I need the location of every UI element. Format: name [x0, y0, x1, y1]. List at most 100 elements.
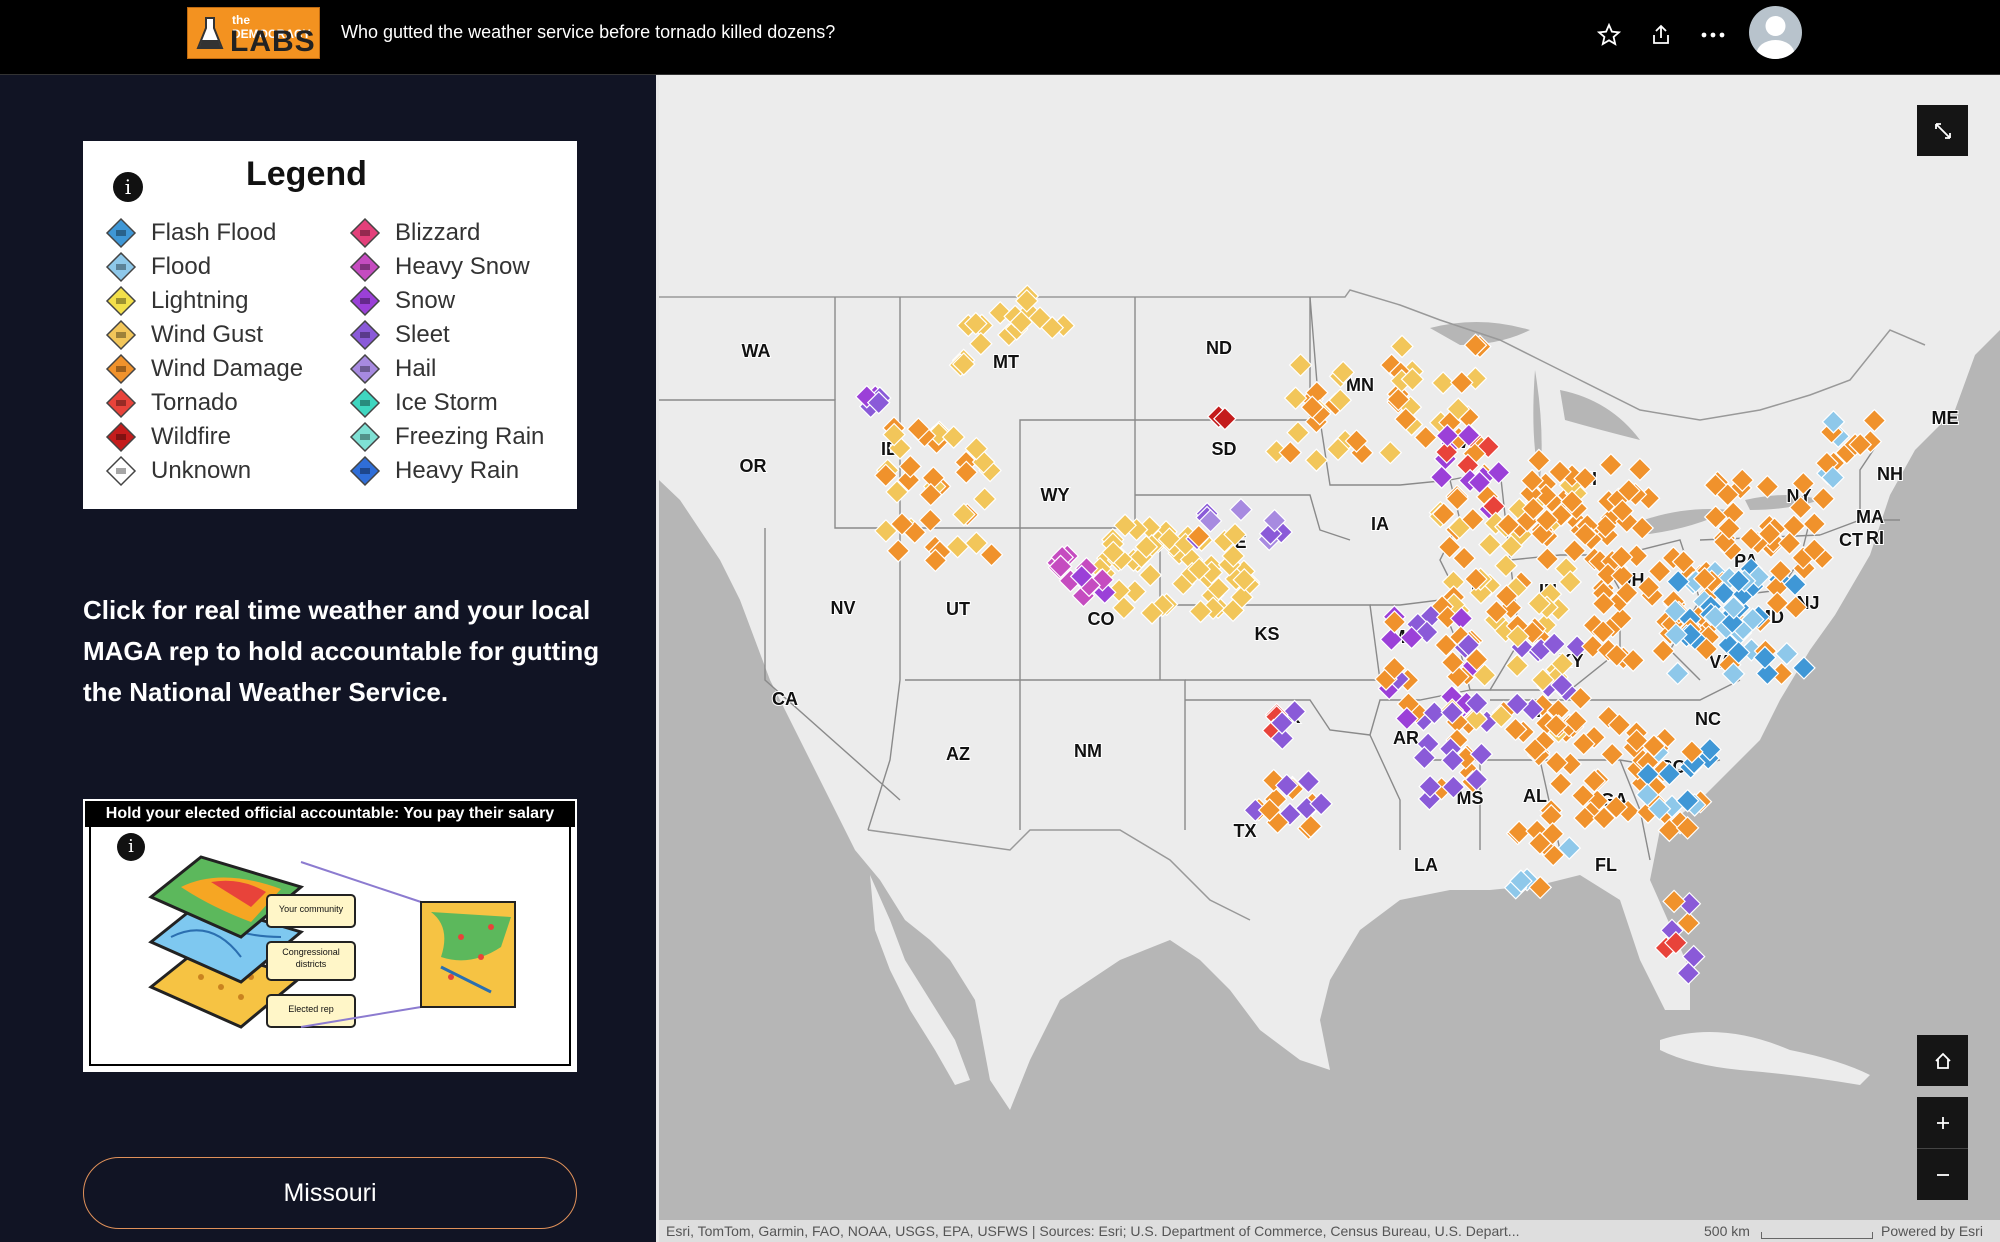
legend-item-label: Flash Flood [151, 219, 277, 246]
legend-item: Heavy Snow [349, 251, 530, 283]
legend-swatch-icon [105, 387, 137, 419]
state-label: AR [1393, 728, 1419, 748]
scale-bar [1761, 1232, 1873, 1239]
state-label: KS [1254, 624, 1279, 644]
page-title: Who gutted the weather service before to… [341, 22, 836, 42]
legend-item-label: Blizzard [395, 219, 481, 246]
home-icon[interactable] [1917, 1035, 1968, 1086]
state-label: AZ [946, 744, 970, 764]
democracy-labs-logo[interactable]: the DEMOCRACY LABS [187, 7, 320, 59]
zoom-in-icon[interactable] [1917, 1097, 1968, 1149]
legend-swatch-icon [349, 353, 381, 385]
legend-item-label: Flood [151, 253, 212, 280]
legend-swatch-icon [105, 217, 137, 249]
state-label: ME [1932, 408, 1959, 428]
flask-icon [196, 17, 224, 49]
state-label: OR [740, 456, 767, 476]
info-icon[interactable]: i [113, 172, 143, 202]
legend-item-label: Hail [395, 355, 437, 382]
promo-illustration: i Your community Congressional districts [89, 827, 571, 1066]
top-bar: the DEMOCRACY LABS Who gutted the weathe… [0, 0, 2000, 75]
promo-header: Hold your elected official accountable: … [85, 801, 575, 827]
user-avatar[interactable] [1749, 6, 1802, 59]
legend-item: Hail [349, 353, 437, 385]
legend-item: Wildfire [105, 421, 232, 453]
legend-item-label: Heavy Rain [395, 457, 520, 484]
legend-item-label: Freezing Rain [395, 423, 545, 450]
legend-item-label: Lightning [151, 287, 249, 314]
state-label: IA [1371, 514, 1389, 534]
legend-swatch-icon [105, 421, 137, 453]
layer-label-rep: Elected rep [288, 1004, 334, 1014]
legend-swatch-icon [349, 421, 381, 453]
us-map[interactable]: WAORCANVIDMTWYUTCOAZNMNDSDNEKSOKTXMNIAMO… [659, 75, 2000, 1242]
legend-item: Heavy Rain [349, 455, 520, 487]
zoom-out-icon[interactable] [1917, 1149, 1968, 1200]
logo-line2: LABS [230, 25, 316, 58]
legend-item-label: Tornado [151, 389, 238, 416]
user-icon [1756, 16, 1795, 59]
legend-swatch-icon [349, 455, 381, 487]
legend-swatch-icon [349, 217, 381, 249]
legend-item: Wind Gust [105, 319, 264, 351]
legend-item-label: Wind Gust [151, 321, 264, 348]
legend-item-label: Wind Damage [151, 355, 304, 382]
layer-label-districts: Congressional districts [282, 947, 340, 969]
legend-swatch-icon [105, 285, 137, 317]
state-label: LA [1414, 855, 1438, 875]
legend-swatch-icon [105, 319, 137, 351]
state-label: MT [993, 352, 1019, 372]
state-label: NH [1877, 464, 1903, 484]
legend-card: i Legend Flash Flood Flood Lightning Wind G… [83, 141, 577, 509]
attribution-text[interactable]: Esri, TomTom, Garmin, FAO, NOAA, USGS, E… [666, 1220, 1519, 1242]
legend-item: Flood [105, 251, 212, 283]
share-icon[interactable] [1646, 20, 1676, 50]
legend-swatch-icon [349, 251, 381, 283]
powered-by-esri[interactable]: Powered by Esri [1881, 1220, 1983, 1242]
state-label: FL [1595, 855, 1617, 875]
legend-item-label: Snow [395, 287, 456, 314]
more-icon[interactable] [1698, 20, 1728, 50]
legend-swatch-icon [105, 251, 137, 283]
legend-item: Sleet [349, 319, 450, 351]
state-label: TX [1233, 821, 1256, 841]
legend-title: Legend [246, 155, 367, 193]
expand-icon[interactable] [1917, 105, 1968, 156]
state-label: NV [830, 598, 855, 618]
legend-item: Snow [349, 285, 456, 317]
star-icon[interactable] [1594, 20, 1624, 50]
legend-item: Wind Damage [105, 353, 304, 385]
state-label: MA [1856, 507, 1884, 527]
legend-item-label: Wildfire [151, 423, 232, 450]
legend-swatch-icon [105, 455, 137, 487]
legend-item-label: Unknown [151, 457, 252, 484]
legend-item-label: Ice Storm [395, 389, 498, 416]
state-label: NM [1074, 741, 1102, 761]
legend-swatch-icon [349, 285, 381, 317]
state-label: WY [1041, 485, 1070, 505]
state-label: ND [1206, 338, 1232, 358]
legend-item-label: Heavy Snow [395, 253, 530, 280]
layer-label-community: Your community [278, 904, 344, 914]
state-select-button[interactable]: Missouri [83, 1157, 577, 1229]
legend-item-label: Sleet [395, 321, 450, 348]
legend-item: Blizzard [349, 217, 481, 249]
state-label: CT [1839, 530, 1863, 550]
legend-item: Flash Flood [105, 217, 277, 249]
state-label: NC [1695, 709, 1721, 729]
map-view[interactable]: WAORCANVIDMTWYUTCOAZNMNDSDNEKSOKTXMNIAMO… [659, 75, 2000, 1242]
legend-item: Lightning [105, 285, 249, 317]
map-attribution: Esri, TomTom, Garmin, FAO, NOAA, USGS, E… [659, 1220, 2000, 1242]
state-label: CO [1088, 609, 1115, 629]
legend-swatch-icon [349, 319, 381, 351]
state-label: CA [772, 689, 798, 709]
promo-card[interactable]: Hold your elected official accountable: … [83, 799, 577, 1072]
legend-item: Freezing Rain [349, 421, 545, 453]
state-label: WA [742, 341, 771, 361]
cta-text[interactable]: Click for real time weather and your loc… [83, 590, 603, 713]
weather-event-marker[interactable] [1662, 889, 1686, 914]
legend-item: Unknown [105, 455, 252, 487]
state-label: UT [946, 599, 970, 619]
legend-item: Tornado [105, 387, 238, 419]
legend-swatch-icon [349, 387, 381, 419]
